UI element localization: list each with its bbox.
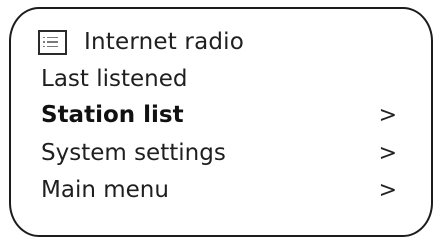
menu-item-station-list[interactable]: Station list > xyxy=(41,98,413,132)
chevron-right-icon: > xyxy=(378,140,397,166)
list-icon xyxy=(38,29,67,55)
screen-header: Internet radio xyxy=(38,26,244,58)
menu-item-last-listened[interactable]: Last listened xyxy=(41,62,413,96)
menu-item-label: System settings xyxy=(41,140,226,166)
chevron-right-icon: > xyxy=(378,177,397,203)
menu-item-label: Station list xyxy=(41,102,184,128)
menu-item-label: Main menu xyxy=(41,177,169,203)
menu-item-label: Last listened xyxy=(41,66,188,92)
screen-title: Internet radio xyxy=(84,29,245,55)
menu-item-main-menu[interactable]: Main menu > xyxy=(41,173,413,207)
menu-item-system-settings[interactable]: System settings > xyxy=(41,136,413,170)
chevron-right-icon: > xyxy=(378,102,397,128)
